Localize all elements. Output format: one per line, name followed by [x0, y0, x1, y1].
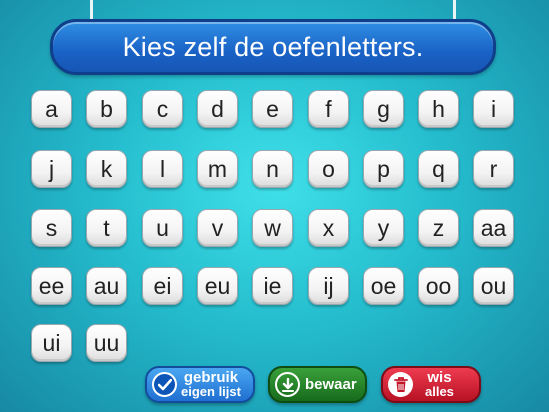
letter-tile[interactable]: r [473, 150, 514, 188]
clear-all-button[interactable]: wis alles [381, 366, 481, 403]
letter-tile[interactable]: e [252, 90, 293, 128]
letter-tile[interactable]: uu [86, 324, 127, 362]
check-icon [152, 372, 177, 397]
download-icon [275, 372, 300, 397]
letter-tile[interactable]: i [473, 90, 514, 128]
letter-tile[interactable]: u [142, 209, 183, 247]
letter-tile[interactable]: ou [473, 267, 514, 305]
letter-tile[interactable]: b [86, 90, 127, 128]
letter-tile[interactable]: d [197, 90, 238, 128]
letter-tile[interactable]: c [142, 90, 183, 128]
letter-tile[interactable]: v [197, 209, 238, 247]
clear-all-label-2: alles [425, 383, 454, 399]
letter-tile[interactable]: oe [363, 267, 404, 305]
letter-tile[interactable]: x [308, 209, 349, 247]
letter-tile[interactable]: o [308, 150, 349, 188]
letter-tile[interactable]: j [31, 150, 72, 188]
letter-tile[interactable]: ij [308, 267, 349, 305]
trash-icon [388, 372, 413, 397]
page-title: Kies zelf de oefenletters. [122, 31, 424, 62]
letter-tile[interactable]: ie [252, 267, 293, 305]
letter-tile[interactable]: g [363, 90, 404, 128]
letter-tile[interactable]: l [142, 150, 183, 188]
use-own-list-label-1: gebruik [183, 368, 239, 386]
letter-tile[interactable]: k [86, 150, 127, 188]
letter-tile[interactable]: p [363, 150, 404, 188]
letter-tile[interactable]: y [363, 209, 404, 247]
letter-tile[interactable]: oo [418, 267, 459, 305]
letter-tile[interactable]: t [86, 209, 127, 247]
letter-tile[interactable]: f [308, 90, 349, 128]
letter-tile[interactable]: h [418, 90, 459, 128]
save-button[interactable]: bewaar [268, 366, 367, 403]
letter-tile[interactable]: z [418, 209, 459, 247]
title-banner: Kies zelf de oefenletters. [50, 19, 496, 75]
letter-tile[interactable]: ui [31, 324, 72, 362]
letter-tile[interactable]: aa [473, 209, 514, 247]
letter-tile[interactable]: m [197, 150, 238, 188]
letter-tile[interactable]: s [31, 209, 72, 247]
letter-tile[interactable]: n [252, 150, 293, 188]
use-own-list-button[interactable]: gebruik eigen lijst [145, 366, 255, 403]
letter-tile[interactable]: au [86, 267, 127, 305]
clear-all-label-1: wis [427, 368, 452, 386]
use-own-list-label-2: eigen lijst [181, 383, 241, 399]
letter-tile[interactable]: a [31, 90, 72, 128]
letter-tile[interactable]: w [252, 209, 293, 247]
letter-tile[interactable]: q [418, 150, 459, 188]
letter-tile[interactable]: eu [197, 267, 238, 305]
letter-tile[interactable]: ei [142, 267, 183, 305]
save-label: bewaar [305, 376, 357, 393]
letter-tile[interactable]: ee [31, 267, 72, 305]
